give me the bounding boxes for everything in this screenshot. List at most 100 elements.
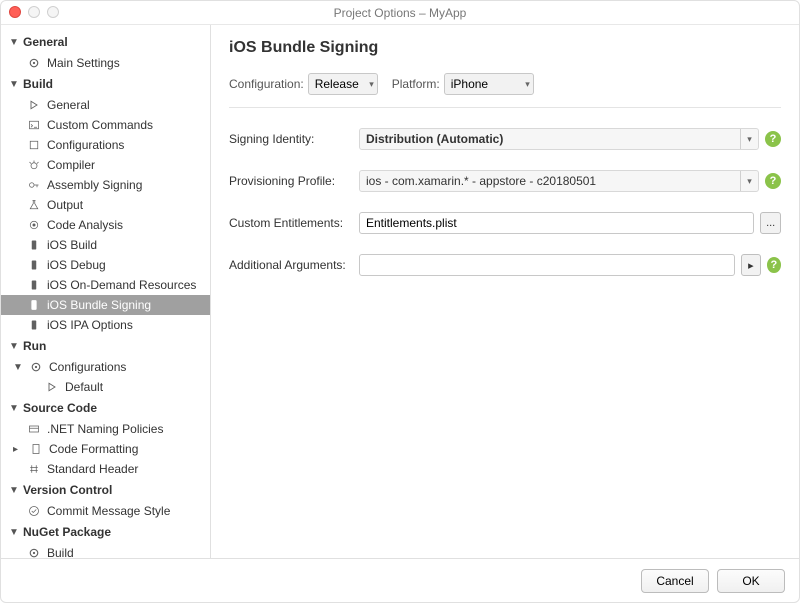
sidebar-item--net-naming-policies[interactable]: .NET Naming Policies xyxy=(1,419,210,439)
sidebar-item-default[interactable]: Default xyxy=(1,377,210,397)
sidebar-item-standard-header[interactable]: Standard Header xyxy=(1,459,210,479)
sidebar-item-label: Default xyxy=(65,380,103,394)
close-window-button[interactable] xyxy=(9,6,21,18)
sidebar-item-configurations[interactable]: Configurations xyxy=(1,135,210,155)
sidebar-section-label: Run xyxy=(23,339,46,353)
titlebar: Project Options – MyApp xyxy=(1,1,799,25)
sidebar-item-label: Build xyxy=(47,546,74,558)
sidebar-item-commit-message-style[interactable]: Commit Message Style xyxy=(1,501,210,521)
gear-icon xyxy=(29,360,43,374)
configuration-select[interactable]: Release xyxy=(308,73,378,95)
sidebar-item-label: Configurations xyxy=(49,360,126,374)
cancel-button[interactable]: Cancel xyxy=(641,569,709,593)
square-icon xyxy=(27,138,41,152)
signing-identity-select[interactable]: Distribution (Automatic) ▾ xyxy=(359,128,759,150)
sidebar-item-label: iOS On-Demand Resources xyxy=(47,278,196,292)
sidebar-section-label: Build xyxy=(23,77,53,91)
sidebar-item-configurations[interactable]: ▼ Configurations xyxy=(1,357,210,377)
sidebar-item-label: iOS IPA Options xyxy=(47,318,133,332)
sidebar-item-custom-commands[interactable]: Custom Commands xyxy=(1,115,210,135)
gear-icon xyxy=(27,546,41,558)
sidebar-item-code-formatting[interactable]: ▸ Code Formatting xyxy=(1,439,210,459)
sidebar-item-label: iOS Build xyxy=(47,238,97,252)
custom-entitlements-input[interactable] xyxy=(359,212,754,234)
disclosure-triangle-icon: ▼ xyxy=(9,403,19,414)
sidebar-item-ios-build[interactable]: iOS Build xyxy=(1,235,210,255)
sidebar-item-label: Code Analysis xyxy=(47,218,123,232)
sidebar-item-label: Code Formatting xyxy=(49,442,138,456)
additional-arguments-label: Additional Arguments: xyxy=(229,258,359,272)
arguments-menu-button[interactable]: ▸ xyxy=(741,254,761,276)
sidebar-item-ios-bundle-signing[interactable]: iOS Bundle Signing xyxy=(1,295,210,315)
sidebar-section[interactable]: ▼General xyxy=(1,31,210,53)
help-icon[interactable] xyxy=(765,173,781,189)
platform-select[interactable]: iPhone xyxy=(444,73,534,95)
help-icon[interactable] xyxy=(765,131,781,147)
phone-icon xyxy=(27,258,41,272)
disclosure-triangle-icon: ▼ xyxy=(9,485,19,496)
browse-button[interactable]: ... xyxy=(760,212,781,234)
flask-icon xyxy=(27,198,41,212)
window-title: Project Options – MyApp xyxy=(1,6,799,20)
sidebar-item-ios-debug[interactable]: iOS Debug xyxy=(1,255,210,275)
phone-icon xyxy=(27,238,41,252)
provisioning-profile-label: Provisioning Profile: xyxy=(229,174,359,188)
sidebar-section[interactable]: ▼Source Code xyxy=(1,397,210,419)
play-icon xyxy=(45,380,59,394)
custom-entitlements-label: Custom Entitlements: xyxy=(229,216,359,230)
phone-icon xyxy=(27,298,41,312)
provisioning-profile-value: ios - com.xamarin.* - appstore - c201805… xyxy=(366,174,596,188)
disclosure-triangle-icon: ▼ xyxy=(13,362,23,373)
sidebar-item-label: iOS Debug xyxy=(47,258,106,272)
disclosure-triangle-icon: ▸ xyxy=(13,444,23,455)
sidebar-section[interactable]: ▼ Run xyxy=(1,335,210,357)
chevron-down-icon: ▾ xyxy=(740,171,758,191)
zoom-window-button[interactable] xyxy=(47,6,59,18)
sidebar-item-main-settings[interactable]: Main Settings xyxy=(1,53,210,73)
target-icon xyxy=(27,218,41,232)
signing-identity-label: Signing Identity: xyxy=(229,132,359,146)
sidebar-section-label: Version Control xyxy=(23,483,112,497)
sidebar-section[interactable]: ▼ NuGet Package xyxy=(1,521,210,543)
sidebar-item-ios-on-demand-resources[interactable]: iOS On-Demand Resources xyxy=(1,275,210,295)
separator xyxy=(229,107,781,108)
help-icon[interactable] xyxy=(767,257,781,273)
sidebar-item-ios-ipa-options[interactable]: iOS IPA Options xyxy=(1,315,210,335)
sidebar-item-label: Assembly Signing xyxy=(47,178,142,192)
minimize-window-button[interactable] xyxy=(28,6,40,18)
doc-icon xyxy=(29,442,43,456)
platform-label: Platform: xyxy=(392,77,440,91)
phone-icon xyxy=(27,278,41,292)
sidebar-item-label: Compiler xyxy=(47,158,95,172)
sidebar-item-compiler[interactable]: Compiler xyxy=(1,155,210,175)
sidebar-section-label: NuGet Package xyxy=(23,525,111,539)
sidebar-item-label: Commit Message Style xyxy=(47,504,170,518)
card-icon xyxy=(27,422,41,436)
sidebar-item-code-analysis[interactable]: Code Analysis xyxy=(1,215,210,235)
signing-identity-value: Distribution (Automatic) xyxy=(366,132,503,146)
disclosure-triangle-icon: ▼ xyxy=(9,527,19,538)
config-platform-row: Configuration: Release Platform: iPhone xyxy=(229,73,781,95)
sidebar-section[interactable]: ▼Build xyxy=(1,73,210,95)
chevron-down-icon: ▾ xyxy=(740,129,758,149)
main-panel: iOS Bundle Signing Configuration: Releas… xyxy=(211,25,799,558)
provisioning-profile-select[interactable]: ios - com.xamarin.* - appstore - c201805… xyxy=(359,170,759,192)
dialog-footer: Cancel OK xyxy=(1,558,799,602)
sidebar-item-assembly-signing[interactable]: Assembly Signing xyxy=(1,175,210,195)
sidebar-item-label: Configurations xyxy=(47,138,124,152)
disclosure-triangle-icon: ▼ xyxy=(9,341,19,352)
sidebar-item-general[interactable]: General xyxy=(1,95,210,115)
sidebar-section[interactable]: ▼ Version Control xyxy=(1,479,210,501)
sidebar-item-label: General xyxy=(47,98,90,112)
sidebar-item-label: iOS Bundle Signing xyxy=(47,298,151,312)
ok-button[interactable]: OK xyxy=(717,569,785,593)
sidebar-item-build[interactable]: Build xyxy=(1,543,210,558)
sidebar-section-label: General xyxy=(23,35,68,49)
terminal-icon xyxy=(27,118,41,132)
sidebar-item-label: .NET Naming Policies xyxy=(47,422,163,436)
configuration-label: Configuration: xyxy=(229,77,304,91)
phone-icon xyxy=(27,318,41,332)
sidebar-item-output[interactable]: Output xyxy=(1,195,210,215)
additional-arguments-input[interactable] xyxy=(359,254,735,276)
bug-icon xyxy=(27,158,41,172)
